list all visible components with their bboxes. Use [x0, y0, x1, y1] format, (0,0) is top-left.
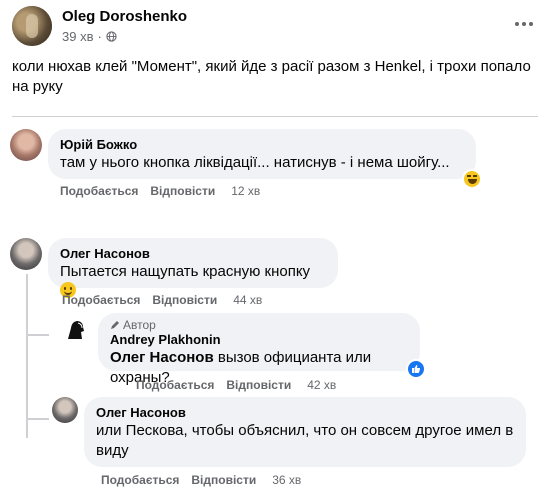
- author-badge-label: Автор: [123, 318, 156, 332]
- comment-actions: Подобається Відповісти 42 хв: [136, 378, 336, 392]
- comment-bubble: Олег Насонов Пытается нащупать красную к…: [48, 238, 338, 298]
- post-header: Oleg Doroshenko 39 хв ·: [12, 6, 187, 46]
- comment-text: Пытается нащупать красную кнопку: [60, 263, 311, 280]
- comment-actions: Подобається Відповісти 44 хв: [62, 293, 262, 307]
- reply-button[interactable]: Відповісти: [191, 473, 256, 487]
- comment-actions: Подобається Відповісти 36 хв: [101, 473, 301, 487]
- comment-time[interactable]: 36 хв: [272, 473, 301, 487]
- like-reaction-icon[interactable]: [406, 359, 426, 379]
- author-avatar[interactable]: [12, 6, 52, 46]
- reply-button[interactable]: Відповісти: [152, 293, 217, 307]
- reply-button[interactable]: Відповісти: [226, 378, 291, 392]
- commenter-avatar[interactable]: [60, 313, 92, 345]
- silhouette-icon: [68, 321, 84, 339]
- laugh-reaction-icon[interactable]: [462, 169, 482, 189]
- reply-item: Автор Andrey Plakhonin Олег Насонов вызо…: [60, 313, 426, 386]
- commenter-avatar[interactable]: [10, 129, 42, 161]
- post-text: коли нюхав клей "Момент", який йде з рас…: [12, 58, 531, 95]
- thread-connector: [27, 418, 49, 420]
- comment-author[interactable]: Andrey Plakhonin: [110, 332, 408, 348]
- comment-bubble: Автор Andrey Plakhonin Олег Насонов вызо…: [98, 313, 426, 386]
- comment-item: Олег Насонов Пытается нащупать красную к…: [10, 238, 338, 298]
- commenter-avatar[interactable]: [10, 238, 42, 270]
- thread-line: [26, 274, 28, 438]
- thread-connector: [27, 334, 49, 336]
- comment-time[interactable]: 44 хв: [233, 293, 262, 307]
- comment-actions: Подобається Відповісти 12 хв: [60, 184, 260, 198]
- comment-bubble: Олег Насонов или Пескова, чтобы объяснил…: [84, 397, 526, 467]
- comment-item: Юрій Божко там у нього кнопка ліквідації…: [10, 129, 482, 189]
- commenter-avatar[interactable]: [52, 397, 78, 423]
- comment-author[interactable]: Олег Насонов: [60, 246, 326, 262]
- comment-author[interactable]: Юрій Божко: [60, 137, 464, 153]
- more-options-icon[interactable]: [510, 14, 538, 34]
- globe-icon: [106, 31, 117, 42]
- divider: [12, 116, 538, 117]
- comment-bubble: Юрій Божко там у нього кнопка ліквідації…: [48, 129, 482, 189]
- mention-link[interactable]: Олег Насонов: [110, 349, 214, 366]
- reply-button[interactable]: Відповісти: [150, 184, 215, 198]
- comment-author[interactable]: Олег Насонов: [96, 405, 514, 421]
- like-button[interactable]: Подобається: [60, 184, 138, 198]
- comment-time[interactable]: 42 хв: [307, 378, 336, 392]
- comment-text: или Пескова, чтобы объяснил, что он совс…: [96, 422, 514, 459]
- pen-icon: [111, 321, 119, 329]
- like-button[interactable]: Подобається: [136, 378, 214, 392]
- reply-item: Олег Насонов или Пескова, чтобы объяснил…: [52, 397, 526, 467]
- post-time[interactable]: 39 хв: [62, 29, 93, 44]
- comment-time[interactable]: 12 хв: [231, 184, 260, 198]
- author-badge: Автор: [110, 318, 408, 332]
- like-button[interactable]: Подобається: [62, 293, 140, 307]
- post-author-name[interactable]: Oleg Doroshenko: [62, 8, 187, 26]
- time-separator: ·: [97, 29, 102, 44]
- comment-text: там у нього кнопка ліквідації... натисну…: [60, 154, 450, 171]
- like-button[interactable]: Подобається: [101, 473, 179, 487]
